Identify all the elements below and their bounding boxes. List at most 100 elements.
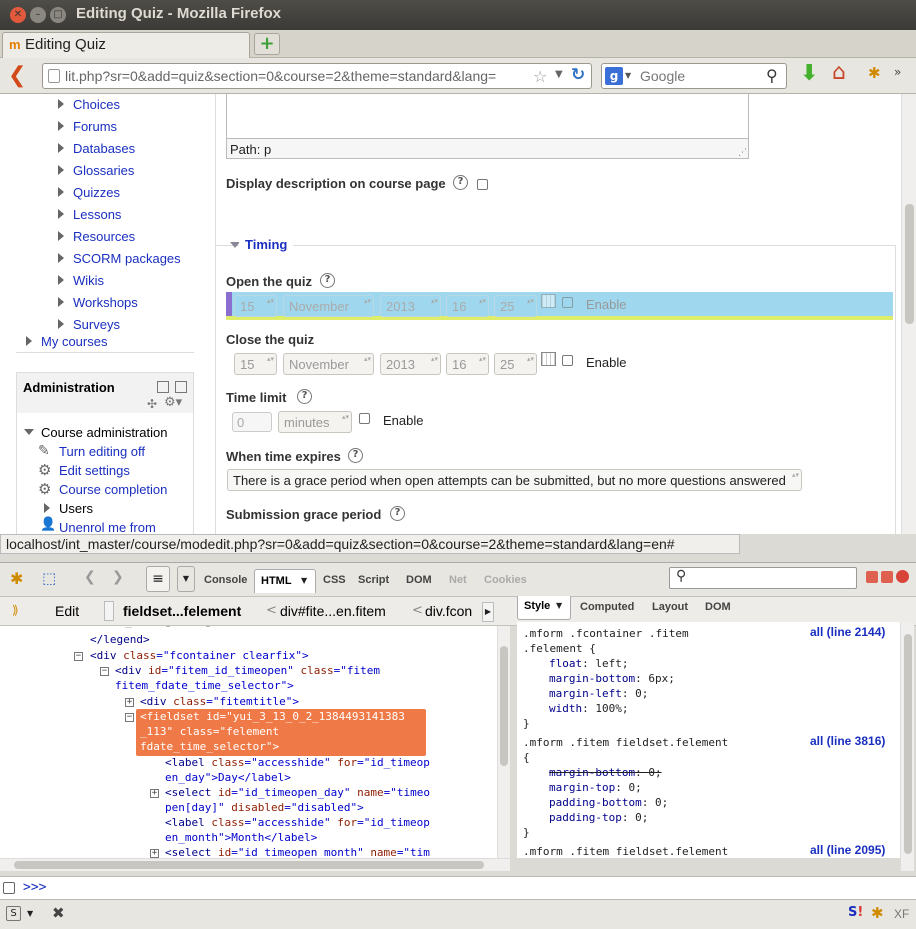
dock-block-icon[interactable] (157, 381, 169, 393)
admin-unenrol[interactable]: Unenrol me from (59, 520, 156, 534)
expand-arrow-icon[interactable] (26, 336, 32, 346)
close-month-select[interactable]: November (283, 353, 374, 375)
search-box[interactable]: g ▼ Google ⚲ (601, 63, 787, 89)
close-firebug-icon[interactable] (896, 570, 909, 583)
collapse-node-icon[interactable]: − (74, 652, 83, 661)
sidebar-item-choices[interactable]: Choices (73, 97, 120, 112)
html-line[interactable]: <div class="fitemtitle"> (140, 694, 299, 709)
close-hour-select[interactable]: 16 (446, 353, 489, 375)
resize-grip-icon[interactable]: ⋰ (738, 148, 747, 158)
admin-users[interactable]: Users (59, 501, 93, 516)
sidebar-item-scorm-packages[interactable]: SCORM packages (73, 251, 181, 266)
breadcrumb-div-fcon[interactable]: div.fcon (425, 603, 472, 619)
sidebar-item-surveys[interactable]: Surveys (73, 317, 120, 332)
tab-dom[interactable]: DOM (406, 574, 432, 586)
sidebar-item-wikis[interactable]: Wikis (73, 273, 104, 288)
help-icon[interactable]: ? (348, 448, 363, 463)
collapse-node-icon[interactable]: − (100, 667, 109, 676)
side-tab-layout[interactable]: Layout (652, 601, 688, 613)
html-edit-button[interactable]: Edit (55, 603, 79, 619)
html-line[interactable]: fitem_fdate_time_selector"> (115, 678, 294, 693)
minimize-window-button[interactable]: – (30, 7, 46, 23)
search-icon[interactable]: ⚲ (766, 66, 778, 85)
expand-node-icon[interactable]: + (150, 789, 159, 798)
html-pane-hscrollbar[interactable] (0, 858, 510, 871)
sidebar-item-glossaries[interactable]: Glossaries (73, 163, 134, 178)
close-icon[interactable]: ✖ (52, 904, 65, 922)
time-limit-unit-select[interactable]: minutes (278, 411, 352, 433)
help-icon[interactable]: ? (297, 389, 312, 404)
html-line[interactable]: <label class="accesshide" for="id_timeop (165, 815, 430, 830)
admin-turn-editing-off[interactable]: Turn editing off (59, 444, 145, 459)
tab-editing-quiz[interactable]: m Editing Quiz (2, 32, 250, 58)
html-line[interactable]: en_month">Month</label> (165, 830, 317, 845)
css-selector[interactable]: .mform .fitem fieldset.felement (523, 735, 728, 750)
html-pane-scrollbar[interactable] (497, 626, 510, 858)
calendar-icon[interactable] (541, 294, 556, 308)
engine-dropdown-icon[interactable]: ▼ (625, 71, 631, 80)
css-property[interactable]: padding-top: 0; (549, 810, 648, 825)
html-line[interactable]: <select id="id_timeopen_month" name="tim (165, 845, 430, 858)
css-source-link[interactable]: all (line 2144) (810, 625, 885, 640)
expand-all-icon[interactable]: ⟫ (12, 603, 19, 617)
css-property[interactable]: margin-top: 0; (549, 780, 642, 795)
block-settings-icon[interactable]: ⚙▾ (164, 395, 182, 410)
hide-block-icon[interactable] (175, 381, 187, 393)
sidebar-item-forums[interactable]: Forums (73, 119, 117, 134)
page-info-icon[interactable] (48, 69, 60, 83)
tab-css[interactable]: CSS (323, 574, 346, 586)
html-line[interactable]: en_day">Day</label> (165, 770, 291, 785)
console-icon[interactable] (3, 882, 15, 894)
addon-xf-label[interactable]: XF (894, 907, 909, 921)
expand-arrow-icon[interactable] (58, 187, 64, 197)
tab-net[interactable]: Net (449, 574, 467, 586)
expand-arrow-icon[interactable] (58, 165, 64, 175)
page-scrollbar[interactable] (901, 94, 916, 534)
maximize-window-button[interactable]: □ (50, 7, 66, 23)
dropdown-arrow-icon[interactable]: ▼ (301, 576, 307, 585)
help-icon[interactable]: ? (390, 506, 405, 521)
expand-arrow-icon[interactable] (58, 275, 64, 285)
firebug-icon[interactable]: ✱ (868, 64, 881, 82)
dropdown-arrow-icon[interactable]: ▼ (27, 909, 33, 918)
side-tab-dom[interactable]: DOM (705, 601, 731, 613)
home-icon[interactable]: ⌂ (832, 60, 846, 85)
admin-edit-settings[interactable]: Edit settings (59, 463, 130, 478)
expand-arrow-icon[interactable] (58, 253, 64, 263)
close-day-select[interactable]: 15 (234, 353, 277, 375)
expand-node-icon[interactable]: + (125, 698, 134, 707)
menu-overflow-icon[interactable]: » (894, 65, 901, 79)
expand-arrow-icon[interactable] (58, 143, 64, 153)
new-tab-button[interactable]: + (254, 33, 280, 55)
collapse-node-icon[interactable]: − (125, 713, 134, 722)
open-hour-select[interactable]: 16 (446, 295, 489, 317)
forward-arrow-icon[interactable]: ❯ (112, 569, 124, 585)
close-minute-select[interactable]: 25 (494, 353, 537, 375)
inspect-element-icon[interactable]: ⬚ (42, 569, 56, 587)
expand-arrow-icon[interactable] (44, 503, 50, 513)
close-year-select[interactable]: 2013 (380, 353, 441, 375)
status-icon[interactable]: S (6, 906, 21, 921)
css-property[interactable]: padding-bottom: 0; (549, 795, 668, 810)
dropdown-arrow-icon[interactable]: ▼ (555, 69, 563, 80)
minimize-firebug-icon[interactable] (866, 571, 878, 583)
expand-arrow-icon[interactable] (58, 319, 64, 329)
download-icon[interactable]: ⬇ (800, 61, 818, 86)
open-day-select[interactable]: 15 (234, 295, 277, 317)
command-line[interactable]: >>> (0, 876, 916, 900)
css-property[interactable]: width: 100%; (549, 701, 629, 716)
expand-arrow-icon[interactable] (58, 209, 64, 219)
css-selector[interactable]: { (523, 750, 530, 765)
breadcrumb-fieldset[interactable]: fieldset...felement (123, 603, 241, 619)
time-limit-enable-checkbox[interactable] (359, 413, 370, 424)
expand-node-icon[interactable]: + (150, 849, 159, 858)
css-property[interactable]: margin-bottom: 0; (549, 765, 662, 780)
open-year-select[interactable]: 2013 (380, 295, 441, 317)
firebug-search-input[interactable]: ⚲ (669, 567, 857, 589)
sidebar-my-courses[interactable]: My courses (41, 334, 107, 349)
html-line[interactable]: </legend> (90, 632, 150, 647)
selected-html-node[interactable]: <fieldset id="yui_3_13_0_2_1384493141383… (136, 709, 426, 756)
style-pane-scrollbar[interactable] (900, 622, 914, 871)
back-button[interactable]: ❮ (8, 63, 26, 88)
html-line[interactable]: <div id="fitem_id_timeopen" class="fitem (115, 663, 380, 678)
